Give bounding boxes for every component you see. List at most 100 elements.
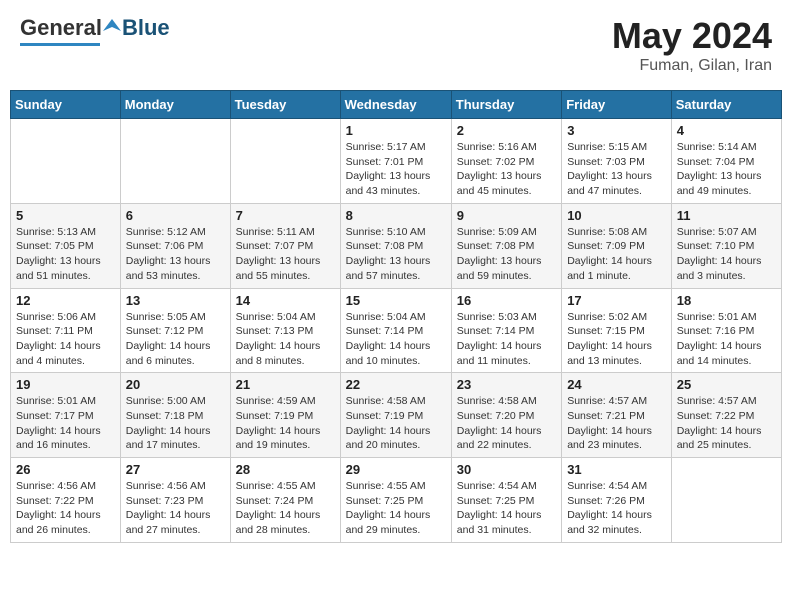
day-number: 23	[457, 377, 556, 392]
day-number: 12	[16, 293, 115, 308]
location-title: Fuman, Gilan, Iran	[612, 57, 772, 75]
calendar-cell: 7 Sunrise: 5:11 AM Sunset: 7:07 PM Daylig…	[230, 203, 340, 288]
day-info: Sunrise: 4:59 AM Sunset: 7:19 PM Dayligh…	[236, 394, 335, 453]
day-number: 30	[457, 462, 556, 477]
calendar-cell: 15 Sunrise: 5:04 AM Sunset: 7:14 PM Dayli…	[340, 288, 451, 373]
day-number: 17	[567, 293, 666, 308]
day-number: 2	[457, 123, 556, 138]
calendar-cell: 16Sunrise: 5:03 AM Sunset: 7:14 PM Dayli…	[451, 288, 561, 373]
day-info: Sunrise: 5:12 AM Sunset: 7:06 PM Dayligh…	[126, 225, 225, 284]
page-header: General Blue May 2024 Fuman, Gilan, Iran	[10, 10, 782, 80]
month-title: May 2024	[612, 15, 772, 57]
calendar-cell: 4 Sunrise: 5:14 AM Sunset: 7:04 PM Daylig…	[671, 119, 781, 204]
calendar-cell	[11, 119, 121, 204]
calendar-cell: 22 Sunrise: 4:58 AM Sunset: 7:19 PM Dayli…	[340, 373, 451, 458]
day-info: Sunrise: 5:16 AM Sunset: 7:02 PM Dayligh…	[457, 140, 556, 199]
day-info: Sunrise: 5:10 AM Sunset: 7:08 PM Dayligh…	[346, 225, 446, 284]
day-info: Sunrise: 4:57 AM Sunset: 7:22 PM Dayligh…	[677, 394, 776, 453]
day-number: 24	[567, 377, 666, 392]
calendar-header-row: SundayMondayTuesdayWednesdayThursdayFrid…	[11, 91, 782, 119]
day-number: 7	[236, 208, 335, 223]
day-number: 9	[457, 208, 556, 223]
day-info: Sunrise: 5:02 AM Sunset: 7:15 PM Dayligh…	[567, 310, 666, 369]
calendar-cell: 9 Sunrise: 5:09 AM Sunset: 7:08 PM Daylig…	[451, 203, 561, 288]
day-number: 31	[567, 462, 666, 477]
calendar-week-row: 1 Sunrise: 5:17 AM Sunset: 7:01 PM Daylig…	[11, 119, 782, 204]
logo: General Blue	[20, 15, 170, 46]
calendar-cell: 28 Sunrise: 4:55 AM Sunset: 7:24 PM Dayli…	[230, 458, 340, 543]
calendar-cell: 24 Sunrise: 4:57 AM Sunset: 7:21 PM Dayli…	[562, 373, 672, 458]
calendar-week-row: 19 Sunrise: 5:01 AM Sunset: 7:17 PM Dayli…	[11, 373, 782, 458]
calendar-cell: 25 Sunrise: 4:57 AM Sunset: 7:22 PM Dayli…	[671, 373, 781, 458]
day-info: Sunrise: 5:01 AM Sunset: 7:16 PM Dayligh…	[677, 310, 776, 369]
day-info: Sunrise: 5:13 AM Sunset: 7:05 PM Dayligh…	[16, 225, 115, 284]
calendar-cell: 31 Sunrise: 4:54 AM Sunset: 7:26 PM Dayli…	[562, 458, 672, 543]
day-number: 4	[677, 123, 776, 138]
calendar-cell: 3Sunrise: 5:15 AM Sunset: 7:03 PM Daylig…	[562, 119, 672, 204]
calendar-cell: 14 Sunrise: 5:04 AM Sunset: 7:13 PM Dayli…	[230, 288, 340, 373]
day-number: 19	[16, 377, 115, 392]
day-info: Sunrise: 5:05 AM Sunset: 7:12 PM Dayligh…	[126, 310, 225, 369]
day-number: 20	[126, 377, 225, 392]
day-number: 28	[236, 462, 335, 477]
logo-general-text: General	[20, 15, 102, 41]
day-number: 3	[567, 123, 666, 138]
calendar-week-row: 12 Sunrise: 5:06 AM Sunset: 7:11 PM Dayli…	[11, 288, 782, 373]
day-number: 22	[346, 377, 446, 392]
day-number: 10	[567, 208, 666, 223]
calendar-cell: 11 Sunrise: 5:07 AM Sunset: 7:10 PM Dayli…	[671, 203, 781, 288]
calendar-cell	[671, 458, 781, 543]
day-info: Sunrise: 5:04 AM Sunset: 7:14 PM Dayligh…	[346, 310, 446, 369]
day-number: 21	[236, 377, 335, 392]
day-info: Sunrise: 5:09 AM Sunset: 7:08 PM Dayligh…	[457, 225, 556, 284]
day-number: 6	[126, 208, 225, 223]
day-number: 25	[677, 377, 776, 392]
day-number: 1	[346, 123, 446, 138]
calendar-cell: 10 Sunrise: 5:08 AM Sunset: 7:09 PM Dayli…	[562, 203, 672, 288]
title-area: May 2024 Fuman, Gilan, Iran	[612, 15, 772, 75]
day-number: 5	[16, 208, 115, 223]
day-number: 8	[346, 208, 446, 223]
calendar-cell: 6 Sunrise: 5:12 AM Sunset: 7:06 PM Daylig…	[120, 203, 230, 288]
calendar-cell: 27 Sunrise: 4:56 AM Sunset: 7:23 PM Dayli…	[120, 458, 230, 543]
day-info: Sunrise: 4:56 AM Sunset: 7:23 PM Dayligh…	[126, 479, 225, 538]
day-info: Sunrise: 5:06 AM Sunset: 7:11 PM Dayligh…	[16, 310, 115, 369]
calendar-cell: 30 Sunrise: 4:54 AM Sunset: 7:25 PM Dayli…	[451, 458, 561, 543]
day-number: 14	[236, 293, 335, 308]
calendar-cell: 12 Sunrise: 5:06 AM Sunset: 7:11 PM Dayli…	[11, 288, 121, 373]
calendar-cell: 18Sunrise: 5:01 AM Sunset: 7:16 PM Dayli…	[671, 288, 781, 373]
day-number: 26	[16, 462, 115, 477]
day-number: 13	[126, 293, 225, 308]
logo-blue-text: Blue	[122, 15, 170, 41]
day-header-tuesday: Tuesday	[230, 91, 340, 119]
calendar-cell: 5 Sunrise: 5:13 AM Sunset: 7:05 PM Daylig…	[11, 203, 121, 288]
day-info: Sunrise: 4:56 AM Sunset: 7:22 PM Dayligh…	[16, 479, 115, 538]
calendar-cell: 2 Sunrise: 5:16 AM Sunset: 7:02 PM Daylig…	[451, 119, 561, 204]
day-info: Sunrise: 5:04 AM Sunset: 7:13 PM Dayligh…	[236, 310, 335, 369]
calendar-week-row: 5 Sunrise: 5:13 AM Sunset: 7:05 PM Daylig…	[11, 203, 782, 288]
day-number: 27	[126, 462, 225, 477]
day-info: Sunrise: 4:58 AM Sunset: 7:19 PM Dayligh…	[346, 394, 446, 453]
day-info: Sunrise: 5:08 AM Sunset: 7:09 PM Dayligh…	[567, 225, 666, 284]
calendar-cell: 21 Sunrise: 4:59 AM Sunset: 7:19 PM Dayli…	[230, 373, 340, 458]
day-header-wednesday: Wednesday	[340, 91, 451, 119]
day-info: Sunrise: 4:55 AM Sunset: 7:24 PM Dayligh…	[236, 479, 335, 538]
day-info: Sunrise: 5:14 AM Sunset: 7:04 PM Dayligh…	[677, 140, 776, 199]
logo-bird-icon	[103, 17, 121, 35]
calendar-cell: 29Sunrise: 4:55 AM Sunset: 7:25 PM Dayli…	[340, 458, 451, 543]
day-info: Sunrise: 4:54 AM Sunset: 7:25 PM Dayligh…	[457, 479, 556, 538]
calendar-table: SundayMondayTuesdayWednesdayThursdayFrid…	[10, 90, 782, 543]
day-number: 15	[346, 293, 446, 308]
day-info: Sunrise: 5:17 AM Sunset: 7:01 PM Dayligh…	[346, 140, 446, 199]
day-info: Sunrise: 4:55 AM Sunset: 7:25 PM Dayligh…	[346, 479, 446, 538]
day-info: Sunrise: 4:54 AM Sunset: 7:26 PM Dayligh…	[567, 479, 666, 538]
day-info: Sunrise: 4:57 AM Sunset: 7:21 PM Dayligh…	[567, 394, 666, 453]
day-number: 11	[677, 208, 776, 223]
day-info: Sunrise: 5:01 AM Sunset: 7:17 PM Dayligh…	[16, 394, 115, 453]
day-info: Sunrise: 5:07 AM Sunset: 7:10 PM Dayligh…	[677, 225, 776, 284]
calendar-cell: 19 Sunrise: 5:01 AM Sunset: 7:17 PM Dayli…	[11, 373, 121, 458]
day-header-saturday: Saturday	[671, 91, 781, 119]
calendar-cell	[230, 119, 340, 204]
day-header-thursday: Thursday	[451, 91, 561, 119]
day-info: Sunrise: 5:11 AM Sunset: 7:07 PM Dayligh…	[236, 225, 335, 284]
